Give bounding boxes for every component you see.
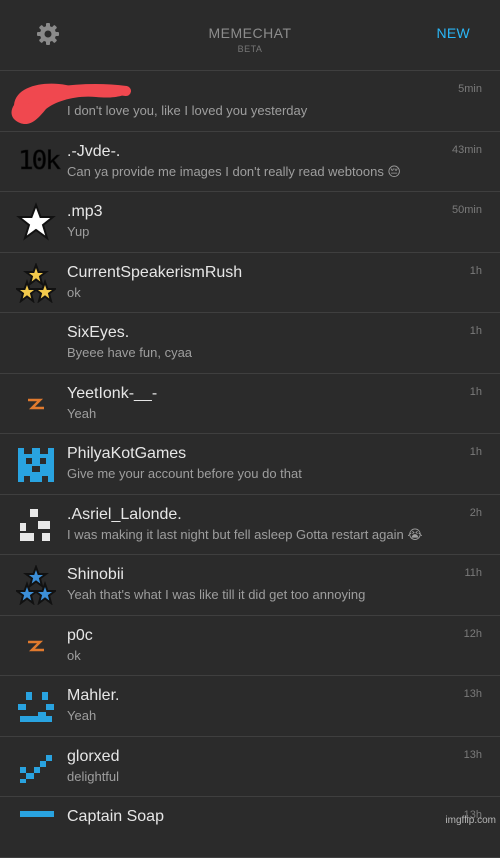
chat-message: Can ya provide me images I don't really …	[67, 163, 401, 179]
orange-bolt-icon	[16, 384, 56, 424]
chat-row[interactable]: SixEyes. Byeee have fun, cyaa 1h	[0, 313, 500, 374]
chat-message: Yeah	[67, 708, 97, 723]
chat-name: PhilyaKotGames	[67, 445, 187, 462]
chat-message: Yeah that's what I was like till it did …	[67, 587, 366, 602]
app-subtitle: BETA	[237, 44, 263, 54]
blue-pixel-smile-icon	[16, 686, 56, 726]
chat-time: 13h	[463, 748, 482, 761]
chat-time: 1h	[469, 264, 482, 277]
app-header: MEMECHAT BETA NEW	[0, 0, 500, 71]
avatar-text: 10k	[18, 145, 62, 176]
chat-time: 1h	[469, 325, 482, 337]
chat-time: 50min	[452, 204, 482, 216]
watermark: imgflip.com	[445, 815, 496, 826]
chat-name: Mahler.	[67, 687, 120, 704]
chat-time: 43min	[452, 143, 482, 156]
chat-name: .Asriel_Lalonde.	[67, 505, 182, 523]
chat-message: Give me your account before you do that	[67, 466, 302, 481]
chat-row[interactable]: Shinobii Yeah that's what I was like til…	[0, 555, 500, 616]
pixel-ghost-icon	[16, 505, 56, 545]
chat-name: glorxed	[67, 747, 120, 765]
chat-time: 2h	[469, 506, 482, 519]
orange-bolt-icon	[16, 626, 56, 666]
chat-row[interactable]: I don't love you, like I loved you yeste…	[0, 71, 500, 132]
chat-row[interactable]: .mp3 Yup 50min	[0, 192, 500, 253]
chat-time: 13h	[463, 688, 482, 700]
chat-list: I don't love you, like I loved you yeste…	[0, 71, 500, 858]
chat-name: YeetIonk-__-	[67, 384, 158, 402]
chat-name: CurrentSpeakerismRush	[67, 263, 243, 281]
blue-pixel-check-icon	[16, 747, 56, 787]
chat-row[interactable]: p0c ok 12h	[0, 616, 500, 676]
chat-row[interactable]: 10k .-Jvde-. Can ya provide me images I …	[0, 132, 500, 192]
chat-message: ok	[67, 284, 81, 300]
blue-pixel-face-icon	[16, 444, 56, 484]
chat-name: p0c	[67, 626, 93, 644]
chat-name: .-Jvde-.	[67, 142, 121, 160]
chat-row[interactable]: .Asriel_Lalonde. I was making it last ni…	[0, 495, 500, 555]
chat-name: Shinobii	[67, 566, 124, 583]
blue-pixel-bar-icon	[16, 807, 56, 847]
chat-message: ok	[67, 647, 81, 663]
chat-message: Yeah	[67, 405, 97, 421]
app-title: MEMECHAT	[208, 25, 292, 41]
chat-row[interactable]: CurrentSpeakerismRush ok 1h	[0, 253, 500, 313]
blue-triple-star-icon	[14, 564, 58, 606]
chat-name: SixEyes.	[67, 324, 130, 341]
chat-row[interactable]: Captain Soap 13h	[0, 797, 500, 858]
chat-row[interactable]: YeetIonk-__- Yeah 1h	[0, 374, 500, 434]
chat-message: Yup	[67, 224, 90, 239]
avatar: 10k	[16, 142, 62, 182]
chat-message: I don't love you, like I loved you yeste…	[67, 103, 308, 118]
chat-row[interactable]: glorxed delightful 13h	[0, 737, 500, 797]
chat-time: 11h	[464, 567, 482, 579]
chat-time: 1h	[469, 385, 482, 398]
chat-time: 5min	[458, 83, 482, 95]
gold-triple-star-icon	[14, 261, 58, 304]
chat-row[interactable]: Mahler. Yeah 13h	[0, 676, 500, 737]
chat-row[interactable]: PhilyaKotGames Give me your account befo…	[0, 434, 500, 495]
chat-time: 1h	[469, 446, 482, 458]
chat-message: I was making it last night but fell asle…	[67, 526, 423, 542]
chat-name: .mp3	[67, 203, 103, 220]
new-chat-button[interactable]: NEW	[436, 25, 470, 41]
star-icon	[16, 202, 56, 242]
chat-message: Byeee have fun, cyaa	[67, 345, 193, 360]
chat-message: delightful	[67, 768, 120, 784]
chat-name: Captain Soap	[67, 808, 164, 825]
chat-time: 12h	[463, 627, 482, 640]
